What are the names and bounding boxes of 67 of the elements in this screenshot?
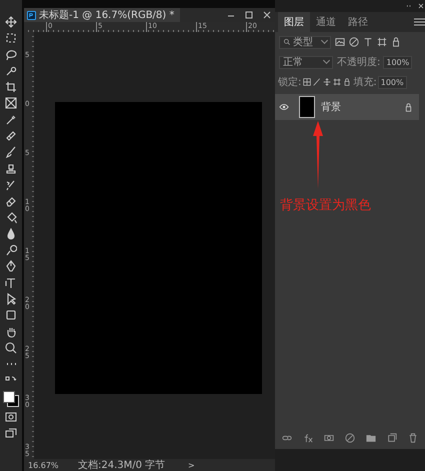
document-title: 未标题-1 @ 16.7%(RGB/8) * (39, 8, 174, 22)
opacity-field[interactable]: 100% (383, 56, 412, 68)
eyedropper-icon[interactable] (5, 114, 17, 126)
cursor-icon[interactable] (5, 293, 17, 306)
folder-icon[interactable] (366, 433, 376, 443)
hand-icon[interactable] (5, 326, 17, 338)
search-icon (283, 38, 291, 46)
panel-tab[interactable]: 图层 (278, 12, 310, 32)
link-icon[interactable] (282, 433, 292, 443)
fill-label: 填充: (353, 76, 377, 89)
filter-dropdown[interactable]: 类型 (279, 36, 331, 48)
history-brush-icon[interactable] (5, 178, 17, 191)
adjustment-icon[interactable] (345, 433, 355, 443)
move-icon[interactable] (5, 16, 17, 28)
maximize-icon[interactable] (243, 9, 255, 21)
move-lock-icon[interactable] (323, 78, 332, 86)
brush-lock-icon[interactable] (313, 78, 322, 86)
opacity-label: 不透明度: (337, 56, 380, 69)
zoom-icon[interactable] (5, 342, 17, 354)
frame-icon[interactable] (5, 97, 17, 110)
fx-icon[interactable] (303, 433, 313, 443)
paint-bucket-icon[interactable] (5, 212, 17, 224)
close-icon[interactable] (417, 2, 425, 10)
quick-mask-icon[interactable] (5, 411, 17, 424)
layer-thumbnail (299, 96, 315, 118)
eraser-icon[interactable] (5, 195, 17, 208)
color-swatches[interactable] (3, 390, 19, 407)
dodge-icon[interactable] (5, 244, 17, 256)
status-arrow[interactable]: > (188, 460, 195, 470)
lasso-icon[interactable] (5, 48, 17, 61)
adjustment-filter-icon[interactable] (349, 37, 359, 47)
new-layer-icon[interactable] (387, 433, 397, 443)
rectangle-icon[interactable] (5, 309, 17, 322)
mask-icon[interactable] (324, 433, 334, 443)
crop-icon[interactable] (5, 81, 17, 94)
lock-label: 锁定: (278, 76, 302, 89)
padlock-icon[interactable] (343, 78, 352, 86)
pen-icon[interactable] (5, 260, 17, 272)
type-filter-icon[interactable] (363, 37, 373, 47)
close-icon[interactable] (261, 9, 273, 21)
shape-filter-icon[interactable] (377, 37, 387, 47)
visibility-icon[interactable] (279, 102, 289, 112)
drop-icon[interactable] (5, 228, 17, 240)
stamp-icon[interactable] (5, 162, 17, 175)
app-icon (27, 10, 36, 20)
menu-icon[interactable] (413, 16, 425, 28)
document-info: 文档:24.3M/0 字节 (78, 458, 166, 471)
brush-icon[interactable] (5, 146, 17, 158)
checker-lock-icon[interactable] (303, 78, 312, 86)
bandage-icon[interactable] (5, 130, 17, 142)
trash-icon[interactable] (408, 433, 418, 443)
layer-name: 背景 (321, 100, 342, 114)
quick-select-icon[interactable] (5, 64, 17, 77)
marquee-icon[interactable] (5, 32, 17, 44)
fill-field[interactable]: 100% (378, 76, 407, 88)
layer-row[interactable]: 背景 (275, 94, 419, 120)
image-filter-icon[interactable] (335, 37, 345, 47)
smart-object-filter-icon[interactable] (391, 37, 401, 47)
blend-mode-dropdown[interactable]: 正常 (279, 56, 333, 68)
zoom-level: 16.67% (27, 460, 60, 470)
type-icon[interactable] (5, 276, 17, 289)
panel-tab[interactable]: 通道 (310, 12, 342, 32)
document-tab[interactable]: 未标题-1 @ 16.7%(RGB/8) * (24, 8, 180, 22)
panel-tab[interactable]: 路径 (342, 12, 374, 32)
artboard-lock-icon[interactable] (333, 78, 342, 86)
screen-mode-icon[interactable] (5, 427, 17, 440)
annotation-text: 背景设置为黑色 (280, 197, 371, 214)
